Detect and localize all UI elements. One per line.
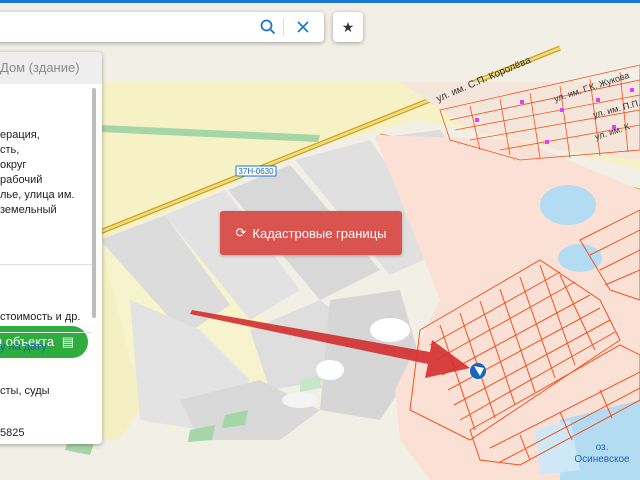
- document-icon: ▤: [61, 334, 74, 349]
- date-link[interactable]: у на дату: [0, 341, 47, 353]
- search-icon[interactable]: [259, 18, 277, 36]
- panel-scrollbar[interactable]: [92, 88, 96, 318]
- cost-text: стоимость и др.: [0, 311, 81, 323]
- search-box[interactable]: [0, 12, 324, 42]
- favorite-button[interactable]: ★: [333, 12, 363, 42]
- lake-label-name: Осиневское: [574, 454, 630, 465]
- cadastral-boundaries-label: Кадастровые границы: [252, 225, 387, 241]
- address-line: рабочий: [0, 174, 43, 186]
- road-label: 37Н-0630: [238, 167, 274, 176]
- address-line: ерация,: [0, 129, 40, 141]
- object-info-panel: Дом (здание) ерация, сть, округ рабочий …: [0, 52, 102, 444]
- star-icon: ★: [341, 18, 355, 35]
- cadastral-boundaries-button[interactable]: ⟳ Кадастровые границы: [220, 211, 402, 255]
- panel-header: Дом (здание): [0, 52, 102, 84]
- courts-text: сты, суды: [0, 385, 50, 397]
- divider: [0, 264, 92, 265]
- search-divider: [283, 18, 284, 36]
- number-text: 5825: [0, 427, 25, 439]
- close-icon[interactable]: [294, 18, 312, 36]
- address-text: ерация, сть, округ рабочий лье, улица им…: [0, 128, 94, 218]
- address-line: округ: [0, 159, 27, 171]
- divider: [0, 332, 92, 333]
- top-accent-bar: [0, 0, 640, 3]
- address-line: земельный: [0, 204, 57, 216]
- address-line: лье, улица им.: [0, 189, 75, 201]
- refresh-icon: ⟳: [235, 225, 247, 240]
- lake-label-prefix: оз.: [596, 442, 609, 453]
- object-marker[interactable]: [470, 363, 486, 379]
- address-line: сть,: [0, 144, 20, 156]
